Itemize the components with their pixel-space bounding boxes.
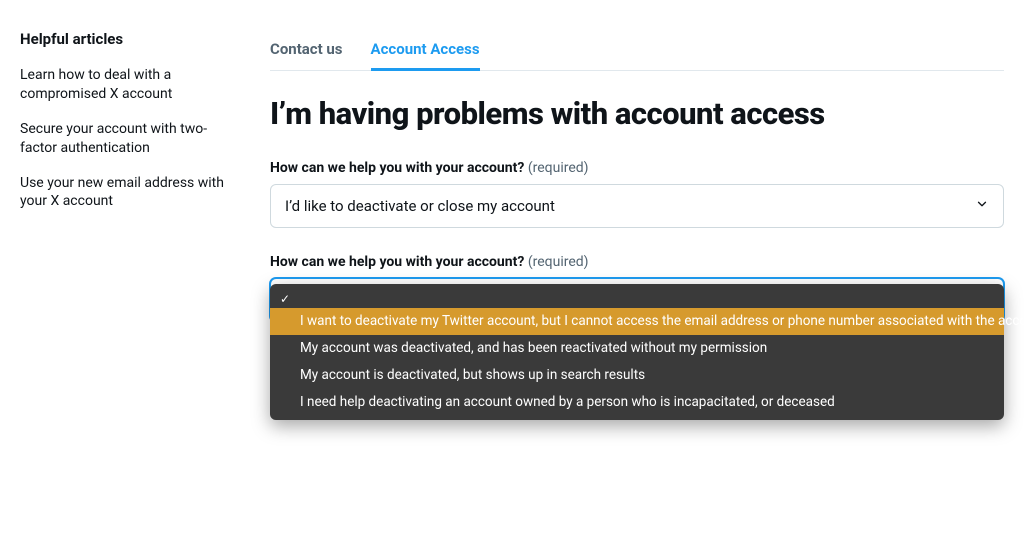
tab-bar: Contact us Account Access bbox=[270, 30, 1004, 71]
dropdown-option[interactable]: My account was deactivated, and has been… bbox=[270, 335, 1004, 362]
dropdown-option[interactable]: I want to deactivate my Twitter account,… bbox=[270, 308, 1004, 335]
helpful-articles-sidebar: Helpful articles Learn how to deal with … bbox=[20, 30, 250, 322]
select-help-topic[interactable]: I’d like to deactivate or close my accou… bbox=[270, 184, 1004, 228]
select-help-topic-value: I’d like to deactivate or close my accou… bbox=[285, 197, 555, 215]
page-title: I’m having problems with account access bbox=[270, 95, 1004, 132]
dropdown-option[interactable]: I need help deactivating an account owne… bbox=[270, 389, 1004, 416]
sidebar-heading: Helpful articles bbox=[20, 30, 230, 48]
chevron-down-icon bbox=[975, 197, 989, 215]
tab-account-access[interactable]: Account Access bbox=[371, 30, 480, 71]
sidebar-article-link[interactable]: Use your new email address with your X a… bbox=[20, 174, 230, 212]
dropdown-option[interactable]: My account is deactivated, but shows up … bbox=[270, 362, 1004, 389]
dropdown-option-blank[interactable] bbox=[270, 288, 1004, 308]
sidebar-article-link[interactable]: Secure your account with two-factor auth… bbox=[20, 120, 230, 158]
select-help-detail-dropdown: I want to deactivate my Twitter account,… bbox=[270, 284, 1004, 420]
main-content: Contact us Account Access I’m having pro… bbox=[250, 30, 1004, 322]
field2-label: How can we help you with your account? (… bbox=[270, 254, 1004, 270]
sidebar-article-link[interactable]: Learn how to deal with a compromised X a… bbox=[20, 66, 230, 104]
field1-label: How can we help you with your account? (… bbox=[270, 160, 1004, 176]
tab-contact-us[interactable]: Contact us bbox=[270, 30, 343, 71]
